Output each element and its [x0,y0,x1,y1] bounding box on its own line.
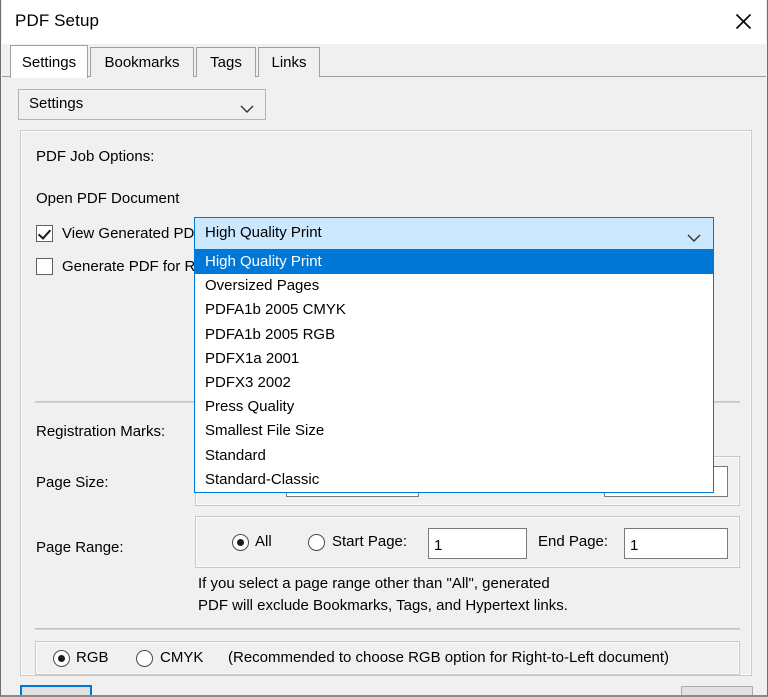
tab-bookmarks[interactable]: Bookmarks [90,47,194,77]
dropdown-option[interactable]: Smallest File Size [195,419,713,443]
tab-links[interactable]: Links [258,47,320,77]
pdf-job-options-value: High Quality Print [205,224,322,241]
chevron-down-icon [687,230,701,248]
dropdown-option[interactable]: PDFX1a 2001 [195,347,713,371]
tab-settings-label: Settings [21,53,77,71]
close-button[interactable] [720,0,766,43]
page-range-label: Page Range: [36,539,124,556]
end-page-label: End Page: [538,533,609,550]
chevron-down-icon [240,101,254,119]
color-cmyk-label: CMYK [160,649,204,666]
color-mode-inset: RGB CMYK (Recommended to choose RGB opti… [35,641,740,675]
tab-bookmarks-label: Bookmarks [104,54,180,71]
settings-selector-combo[interactable]: Settings [18,89,266,120]
dropdown-option[interactable]: High Quality Print [195,250,713,275]
color-rgb-radio[interactable] [53,650,70,667]
registration-marks-label: Registration Marks: [36,423,166,440]
page-range-hint-line1: If you select a page range other than "A… [198,575,550,592]
settings-selector-value: Settings [29,95,84,112]
color-rgb-label: RGB [76,649,109,666]
view-generated-pdf-checkbox[interactable] [36,225,53,242]
dropdown-option[interactable]: Oversized Pages [195,274,713,298]
page-range-all-radio[interactable] [232,534,249,551]
tab-links-label: Links [271,54,307,71]
pdf-job-options-label: PDF Job Options: [36,148,155,165]
page-title: PDF Setup [15,11,100,30]
view-generated-pdf-label: View Generated PDF [62,225,204,242]
tab-bar: Settings Bookmarks Tags Links [2,44,766,78]
dropdown-option[interactable]: Press Quality [195,395,713,419]
color-section-divider [35,628,740,630]
dropdown-option[interactable]: Standard-Classic [195,468,713,492]
generate-pdf-for-review-checkbox[interactable] [36,258,53,275]
dropdown-option[interactable]: Standard [195,444,713,468]
settings-panel: Settings PDF Job Options: Open PDF Docum… [2,77,766,695]
tab-tags-label: Tags [210,54,242,71]
start-page-label: Start Page: [332,533,408,550]
pdf-job-options-dropdown-list[interactable]: High Quality Print Oversized Pages PDFA1b … [194,250,714,493]
dropdown-option[interactable]: PDFA1b 2005 RGB [195,323,713,347]
cancel-button[interactable]: Cancel [681,686,753,695]
close-icon [735,13,752,30]
open-pdf-document-label: Open PDF Document [36,190,180,207]
page-size-label: Page Size: [36,474,109,491]
color-mode-note: (Recommended to choose RGB option for Ri… [228,649,670,666]
end-page-input[interactable] [624,528,728,559]
pdf-job-options-combo[interactable]: High Quality Print [194,217,714,250]
set-button[interactable]: Set [20,685,92,696]
dropdown-option[interactable]: PDFX3 2002 [195,371,713,395]
page-range-custom-radio[interactable] [308,534,325,551]
dropdown-option[interactable]: PDFA1b 2005 CMYK [195,298,713,322]
view-generated-pdf-row[interactable]: View Generated PDF [36,225,203,242]
tab-tags[interactable]: Tags [196,47,256,77]
pdf-setup-dialog: PDF Setup Settings Bookmarks Tags Links … [0,0,768,697]
start-page-input[interactable] [428,528,527,559]
page-range-all-label: All [255,533,272,550]
page-range-hint-line2: PDF will exclude Bookmarks, Tags, and Hy… [198,597,568,614]
color-cmyk-radio[interactable] [136,650,153,667]
cancel-button-label: Cancel [694,693,741,695]
set-button-label: Set [45,693,68,696]
page-range-inset: All Start Page: End Page: [195,516,740,568]
title-bar: PDF Setup [2,0,766,45]
tab-settings[interactable]: Settings [10,45,88,78]
